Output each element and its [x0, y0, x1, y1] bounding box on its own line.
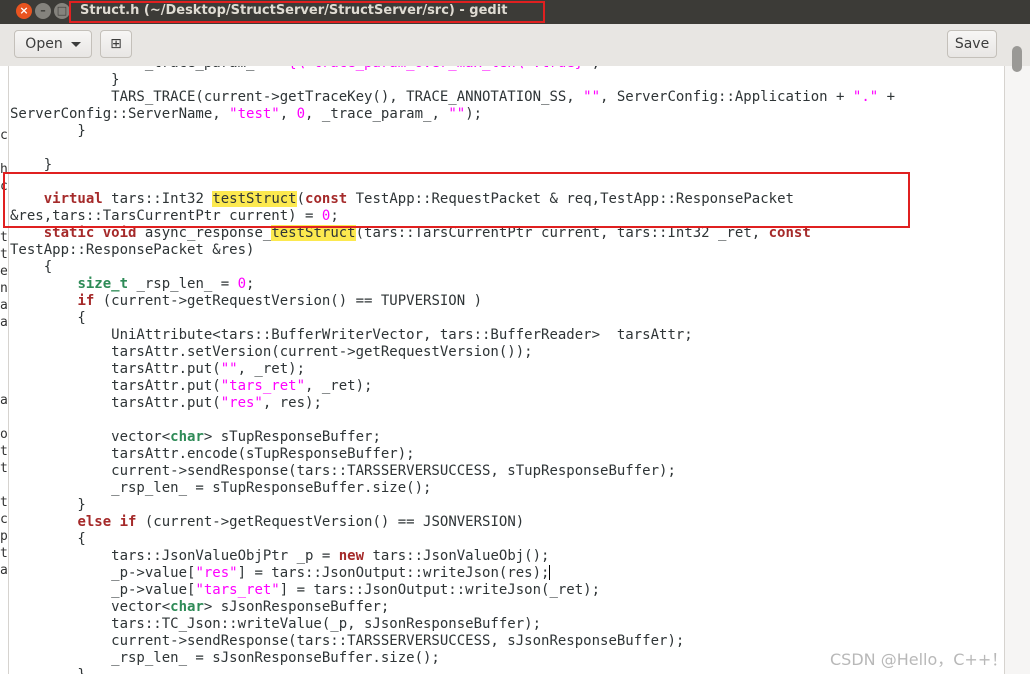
- edge-text: p: [0, 529, 8, 544]
- watermark: CSDN @Hello，C++！: [830, 650, 1008, 669]
- scrollbar[interactable]: [1004, 66, 1030, 674]
- open-button[interactable]: Open: [14, 30, 92, 58]
- edge-text: c: [0, 128, 8, 143]
- chevron-down-icon: [70, 41, 81, 47]
- header-bar: Open ⊞ Save: [0, 24, 1030, 67]
- edge-text: a: [0, 298, 8, 313]
- new-tab-button[interactable]: ⊞: [100, 30, 132, 58]
- code-editor[interactable]: _trace_param_ = "{\"trace_param_over_max…: [8, 66, 1005, 674]
- minimize-window-button[interactable]: –: [35, 3, 51, 19]
- edge-text: c: [0, 512, 8, 527]
- edge-text: t: [0, 247, 8, 262]
- save-button[interactable]: Save: [947, 30, 997, 58]
- edge-text: t: [0, 546, 8, 561]
- scrollbar-thumb[interactable]: [1012, 46, 1022, 72]
- new-tab-icon: ⊞: [110, 36, 122, 52]
- maximize-window-button[interactable]: □: [54, 3, 70, 19]
- edge-text: a: [0, 315, 8, 330]
- title-annotation-box: [69, 1, 545, 23]
- edge-text: t: [0, 230, 8, 245]
- close-window-button[interactable]: ×: [16, 3, 32, 19]
- edge-text: a: [0, 563, 8, 578]
- edge-text: t: [0, 495, 8, 510]
- edge-text: n: [0, 281, 8, 296]
- code-annotation-box: [3, 172, 910, 228]
- code-text: _trace_param_ = "{\"trace_param_over_max…: [10, 66, 896, 674]
- edge-text: o: [0, 427, 8, 442]
- edge-text: e: [0, 264, 8, 279]
- save-button-label: Save: [954, 36, 990, 52]
- open-button-label: Open: [25, 36, 63, 52]
- edge-text: a: [0, 393, 8, 408]
- edge-text: t: [0, 461, 8, 476]
- edge-text: t: [0, 444, 8, 459]
- background-window-edge: c h c t t e n a a a o t t t c p t a: [0, 66, 8, 674]
